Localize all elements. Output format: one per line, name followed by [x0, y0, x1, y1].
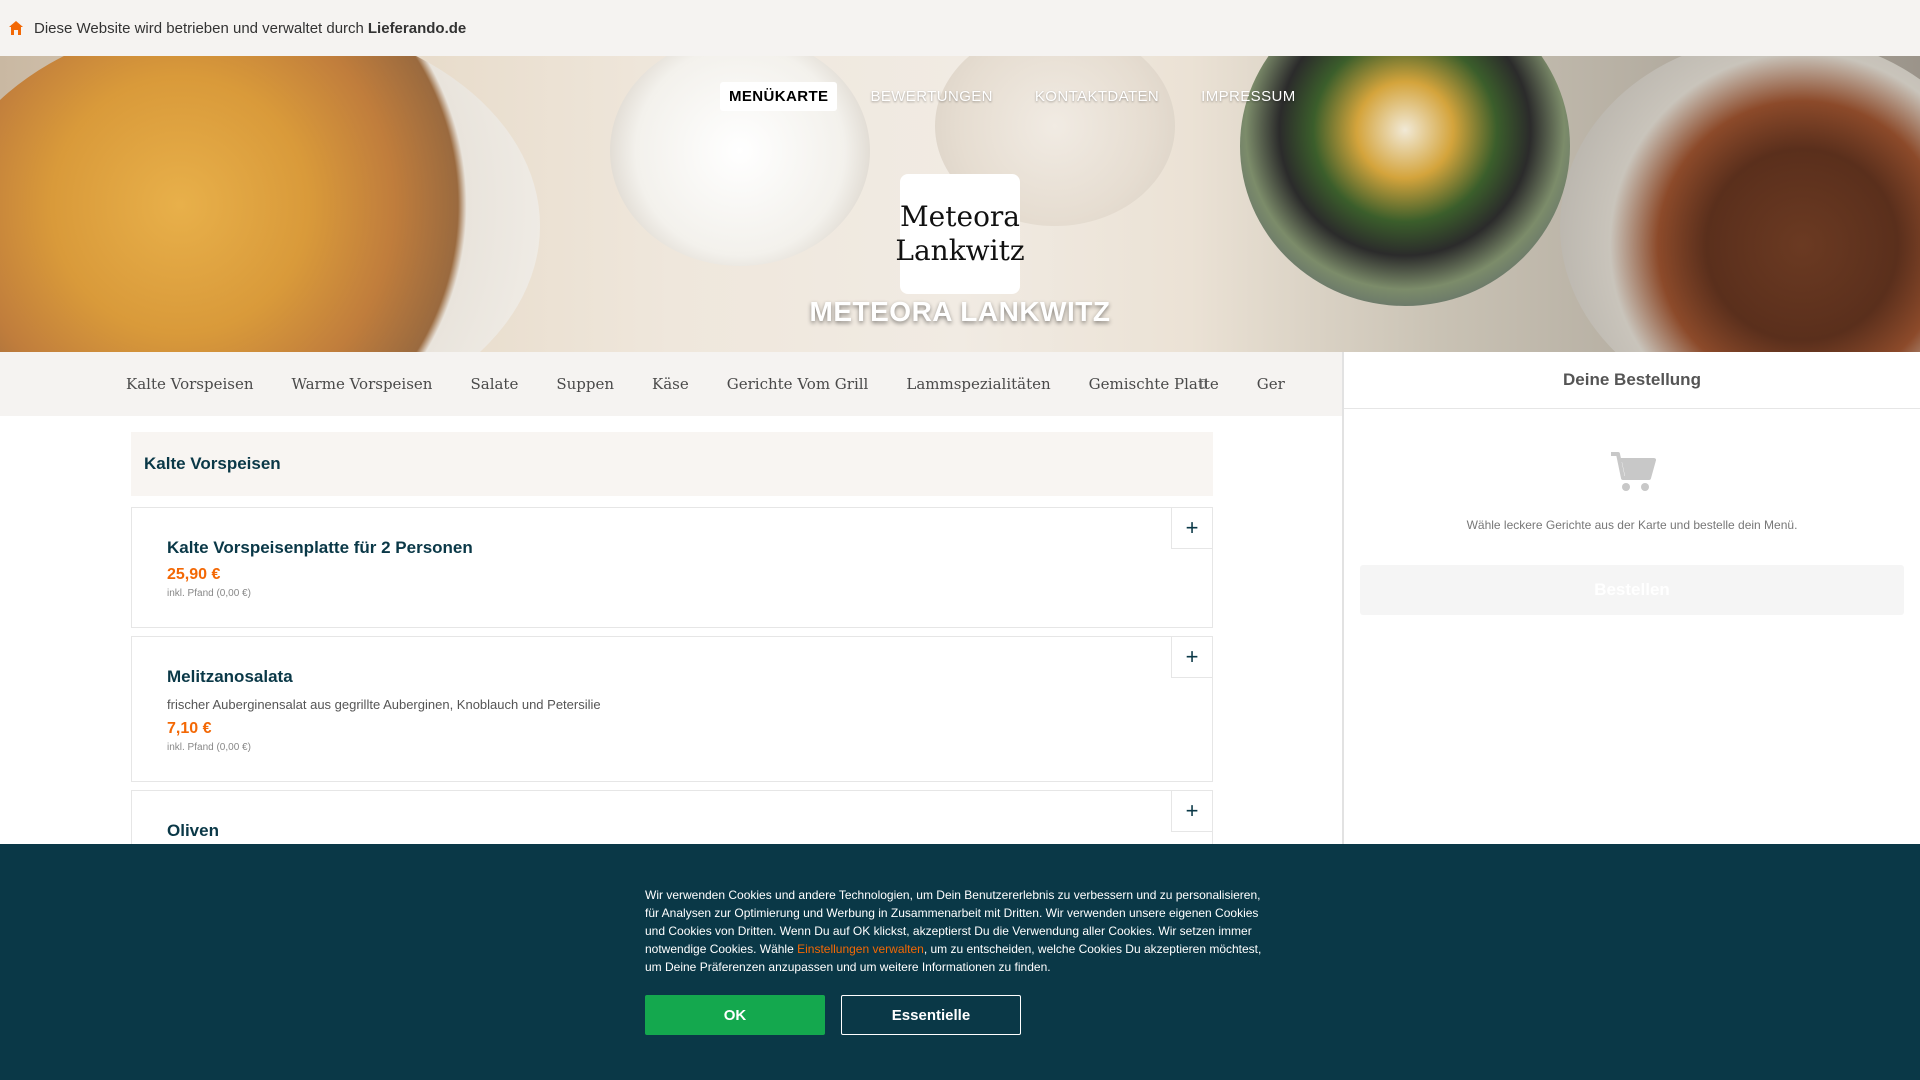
meal-name: Kalte Vorspeisenplatte für 2 Personen	[167, 538, 473, 557]
nav-kontaktdaten[interactable]: KONTAKTDATEN	[1026, 82, 1168, 111]
home-icon	[9, 21, 23, 35]
main-nav: MENÜKARTE BEWERTUNGEN KONTAKTDATEN IMPRE…	[720, 82, 1305, 111]
cookie-ok-button[interactable]: OK	[645, 995, 825, 1035]
meal-name: Melitzanosalata	[167, 667, 293, 686]
category-lammspezialitaeten[interactable]: Lammspezialitäten	[906, 375, 1050, 393]
meal-deposit: inkl. Pfand (0,00 €)	[167, 742, 251, 753]
logo-line-2: Lankwitz	[895, 234, 1025, 267]
add-to-basket-button[interactable]: +	[1171, 637, 1212, 678]
restaurant-name: METEORA LANKWITZ	[809, 296, 1111, 327]
meal-name: Oliven	[167, 821, 219, 840]
category-salate[interactable]: Salate	[470, 375, 518, 393]
operator-notice-text: Diese Website wird betrieben und verwalt…	[34, 19, 364, 37]
category-warme-vorspeisen[interactable]: Warme Vorspeisen	[292, 375, 433, 393]
category-bar: Kalte Vorspeisen Warme Vorspeisen Salate…	[0, 352, 1342, 416]
operator-brand-link[interactable]: Lieferando.de	[368, 20, 466, 37]
nav-menukarte[interactable]: MENÜKARTE	[720, 82, 838, 111]
cookie-settings-link[interactable]: Einstellungen verwalten	[797, 942, 924, 956]
cookie-text: Wir verwenden Cookies und andere Technol…	[645, 886, 1275, 976]
logo-line-1: Meteora	[900, 200, 1020, 233]
operator-notice-bar: Diese Website wird betrieben und verwalt…	[0, 0, 1920, 56]
category-kaese[interactable]: Käse	[652, 375, 689, 393]
add-to-basket-button[interactable]: +	[1171, 508, 1212, 549]
basket-empty-hint: Wähle leckere Gerichte aus der Karte und…	[1466, 518, 1798, 532]
basket-panel: Deine Bestellung Wähle leckere Gerichte …	[1342, 352, 1920, 844]
order-button[interactable]: Bestellen	[1360, 565, 1904, 615]
category-kalte-vorspeisen[interactable]: Kalte Vorspeisen	[126, 375, 254, 393]
section-heading: Kalte Vorspeisen	[131, 432, 1213, 496]
add-to-basket-button[interactable]: +	[1171, 791, 1212, 832]
restaurant-logo: Meteora Lankwitz	[895, 174, 1025, 294]
category-suppen[interactable]: Suppen	[556, 375, 614, 393]
hero-banner: MENÜKARTE BEWERTUNGEN KONTAKTDATEN IMPRE…	[0, 56, 1920, 352]
cookie-banner: Wir verwenden Cookies und andere Technol…	[0, 844, 1920, 1080]
category-truncated[interactable]: Ger	[1257, 375, 1285, 393]
meal-price: 25,90 €	[167, 566, 221, 583]
basket-title: Deine Bestellung	[1344, 352, 1920, 409]
category-gerichte-vom-grill[interactable]: Gerichte Vom Grill	[727, 375, 869, 393]
meal-item[interactable]: Melitzanosalata frischer Auberginensalat…	[131, 636, 1213, 782]
meal-item[interactable]: Kalte Vorspeisenplatte für 2 Personen 25…	[131, 507, 1213, 628]
meal-price: 7,10 €	[167, 720, 212, 737]
category-scroll-right-icon[interactable]: ▯	[1200, 376, 1207, 390]
nav-impressum[interactable]: IMPRESSUM	[1192, 82, 1304, 111]
nav-bewertungen[interactable]: BEWERTUNGEN	[861, 82, 1001, 111]
meal-deposit: inkl. Pfand (0,00 €)	[167, 588, 251, 599]
shopping-cart-icon	[1611, 452, 1656, 491]
cookie-essential-button[interactable]: Essentielle	[841, 995, 1021, 1035]
meal-description: frischer Auberginensalat aus gegrillte A…	[167, 697, 601, 712]
